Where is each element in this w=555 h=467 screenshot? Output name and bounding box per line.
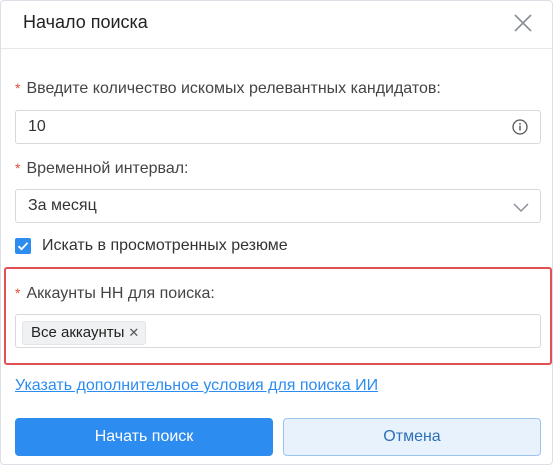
interval-select-value: За месяц <box>28 197 97 214</box>
accounts-label-text: Аккаунты HH для поиска <box>26 285 211 302</box>
start-search-dialog: Начало поиска * Введите количество искомы… <box>0 0 553 465</box>
chevron-down-icon <box>512 200 530 214</box>
interval-label-text: Временной интервал <box>26 160 185 177</box>
additional-conditions-link[interactable]: Указать дополнительное условия для поиск… <box>15 377 378 395</box>
info-icon[interactable] <box>512 119 528 135</box>
count-label-text: Введите количество искомых релевантных к… <box>26 80 437 97</box>
interval-select[interactable]: За месяц <box>15 189 541 223</box>
count-input-value: 10 <box>28 118 46 135</box>
accounts-field-label: * Аккаунты HH для поиска: <box>15 285 215 302</box>
start-search-button[interactable]: Начать поиск <box>15 418 273 456</box>
search-viewed-label: Искать в просмотренных резюме <box>42 237 288 254</box>
account-tag: Все аккаунты ✕ <box>22 321 147 345</box>
close-icon[interactable] <box>512 12 534 34</box>
cancel-button[interactable]: Отмена <box>283 418 541 456</box>
dialog-header: Начало поиска <box>1 1 552 49</box>
tag-close-icon[interactable]: ✕ <box>128 325 139 340</box>
account-tag-label: Все аккаунты <box>31 324 125 341</box>
check-icon <box>17 242 29 251</box>
required-marker: * <box>15 80 21 96</box>
count-field-label: * Введите количество искомых релевантных … <box>15 80 441 97</box>
required-marker: * <box>15 160 21 176</box>
count-input[interactable]: 10 <box>15 110 541 144</box>
accounts-select[interactable]: Все аккаунты ✕ <box>15 314 541 348</box>
search-viewed-checkbox[interactable] <box>15 238 31 254</box>
dialog-title: Начало поиска <box>23 12 148 32</box>
interval-field-label: * Временной интервал: <box>15 160 189 177</box>
required-marker: * <box>15 285 21 301</box>
